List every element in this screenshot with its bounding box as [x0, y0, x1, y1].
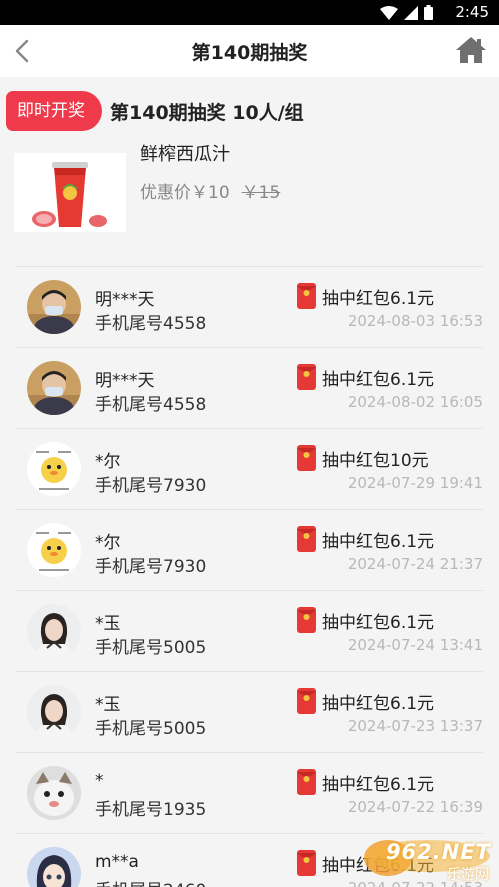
prize-text: 抽中红包6.1元 — [322, 613, 435, 633]
avatar-duck — [27, 523, 81, 577]
avatar-man-mask — [27, 280, 81, 334]
product-image — [14, 153, 126, 232]
instant-draw-badge: 即时开奖 — [6, 91, 102, 131]
watermark-subtext: 乐游网 — [447, 867, 489, 883]
wifi-icon — [380, 5, 398, 20]
home-icon[interactable] — [455, 35, 487, 65]
original-price: ￥15 — [241, 183, 281, 203]
winner-name: m**a — [95, 852, 139, 872]
status-time: 2:45 — [455, 3, 489, 21]
status-bar: 2:45 — [0, 0, 499, 25]
win-date: 2024-08-02 16:05 — [347, 393, 483, 411]
winner-row[interactable]: * 手机尾号1935 抽中红包6.1元 2024-07-22 16:39 — [16, 752, 483, 833]
winner-row[interactable]: 明***天 手机尾号4558 抽中红包6.1元 2024-08-03 16:53 — [16, 266, 483, 347]
winner-name: *玉 — [95, 614, 121, 634]
red-envelope-icon — [297, 688, 316, 714]
winner-row[interactable]: 明***天 手机尾号4558 抽中红包6.1元 2024-08-02 16:05 — [16, 347, 483, 428]
winner-phone: 手机尾号5005 — [95, 719, 207, 739]
prize-text: 抽中红包6.1元 — [322, 532, 435, 552]
win-date: 2024-07-24 21:37 — [347, 555, 483, 573]
avatar-cat — [27, 766, 81, 820]
battery-icon — [424, 5, 433, 20]
red-envelope-icon — [297, 526, 316, 552]
red-envelope-icon — [297, 769, 316, 795]
red-envelope-icon — [297, 283, 316, 309]
winner-phone: 手机尾号7930 — [95, 476, 207, 496]
prize-text: 抽中红包6.1元 — [322, 775, 435, 795]
avatar-duck — [27, 442, 81, 496]
red-envelope-icon — [297, 445, 316, 471]
red-envelope-icon — [297, 850, 316, 876]
cell-signal-icon — [404, 5, 418, 20]
prize-text: 抽中红包6.1元 — [322, 289, 435, 309]
avatar-man-mask — [27, 361, 81, 415]
page-title: 第140期抽奖 — [191, 42, 308, 64]
win-date: 2024-07-29 19:41 — [347, 474, 483, 492]
prize-text: 抽中红包6.1元 — [322, 694, 435, 714]
status-icons — [380, 5, 433, 20]
prize-text: 抽中红包6.1元 — [322, 370, 435, 390]
winner-name: * — [95, 771, 104, 791]
price: 优惠价￥10 ￥15 — [140, 178, 280, 203]
winner-row[interactable]: *尔 手机尾号7930 抽中红包10元 2024-07-29 19:41 — [16, 428, 483, 509]
product-name: 鲜榨西瓜汁 — [140, 144, 230, 165]
winner-row[interactable]: *玉 手机尾号5005 抽中红包6.1元 2024-07-23 13:37 — [16, 671, 483, 752]
watermark-text: 962.NET — [385, 840, 491, 864]
red-envelope-icon — [297, 364, 316, 390]
win-date: 2024-07-22 16:39 — [347, 798, 483, 816]
winner-phone: 手机尾号7930 — [95, 557, 207, 577]
winner-phone: 手机尾号4558 — [95, 395, 207, 415]
winner-name: 明***天 — [95, 371, 155, 391]
winner-phone: 手机尾号1935 — [95, 800, 207, 820]
title-bar: 第140期抽奖 — [0, 25, 499, 77]
avatar-woman — [27, 685, 81, 739]
discount-price: 优惠价￥10 — [140, 183, 230, 203]
winner-name: *尔 — [95, 533, 121, 553]
winner-name: 明***天 — [95, 290, 155, 310]
winner-row[interactable]: *玉 手机尾号5005 抽中红包6.1元 2024-07-24 13:41 — [16, 590, 483, 671]
avatar-woman — [27, 604, 81, 658]
win-date: 2024-08-03 16:53 — [347, 312, 483, 330]
winner-name: *玉 — [95, 695, 121, 715]
winner-name: *尔 — [95, 452, 121, 472]
winner-row[interactable]: *尔 手机尾号7930 抽中红包6.1元 2024-07-24 21:37 — [16, 509, 483, 590]
winner-phone: 手机尾号2460 — [95, 876, 206, 887]
winner-phone: 手机尾号5005 — [95, 638, 207, 658]
prize-text: 抽中红包10元 — [322, 451, 429, 471]
red-envelope-icon — [297, 607, 316, 633]
winner-list: 明***天 手机尾号4558 抽中红包6.1元 2024-08-03 16:53… — [16, 266, 483, 887]
win-date: 2024-07-24 13:41 — [347, 636, 483, 654]
win-date: 2024-07-23 13:37 — [347, 717, 483, 735]
avatar-anime — [27, 847, 81, 887]
winner-phone: 手机尾号4558 — [95, 314, 207, 334]
period-title: 第140期抽奖 10人/组 — [110, 102, 304, 124]
